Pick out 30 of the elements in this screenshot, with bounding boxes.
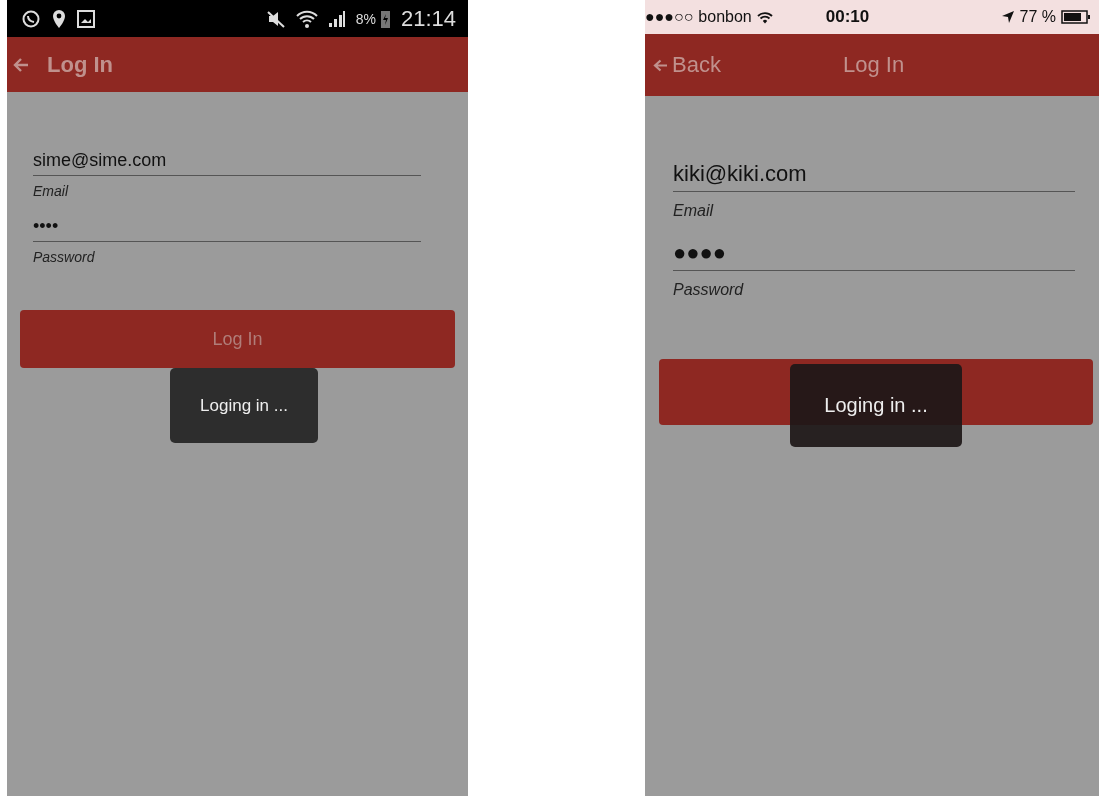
chat-bubble-icon [21, 8, 41, 29]
field-label: Email [33, 183, 70, 199]
wifi-icon [756, 10, 773, 24]
signal-dots: ●●●○○ [645, 8, 694, 26]
muted-speaker-icon [265, 9, 286, 28]
toast-message: Loging in ... [170, 368, 318, 443]
battery-percent: 8% [355, 10, 376, 27]
screen-title: Log In [843, 52, 905, 78]
signal-icon [327, 9, 346, 28]
clock-time: 21:14 [400, 5, 456, 32]
battery-icon [379, 8, 391, 29]
carrier-name: bonbon [698, 8, 752, 26]
input-field[interactable]: ●●●● [673, 240, 1075, 271]
field-label: Email [673, 202, 715, 220]
input-field[interactable]: sime@sime.com [33, 150, 421, 176]
battery-icon [1061, 10, 1091, 24]
wifi-icon [295, 8, 318, 29]
toast-message: Loging in ... [790, 364, 962, 447]
input-field[interactable]: •••• [33, 216, 421, 242]
field-label: Password [33, 249, 96, 265]
field-label: Password [673, 281, 745, 299]
input-field[interactable]: kiki@kiki.com [673, 161, 1075, 192]
back-arrow-icon [653, 58, 668, 72]
screen-title: Log In [47, 51, 113, 78]
battery-percent: 77 % [1019, 8, 1056, 26]
location-arrow-icon [1000, 10, 1015, 24]
back-arrow-icon[interactable] [13, 57, 29, 72]
clock-time: 00:10 [825, 7, 870, 27]
image-icon [77, 9, 95, 28]
location-pin-icon [51, 8, 67, 29]
